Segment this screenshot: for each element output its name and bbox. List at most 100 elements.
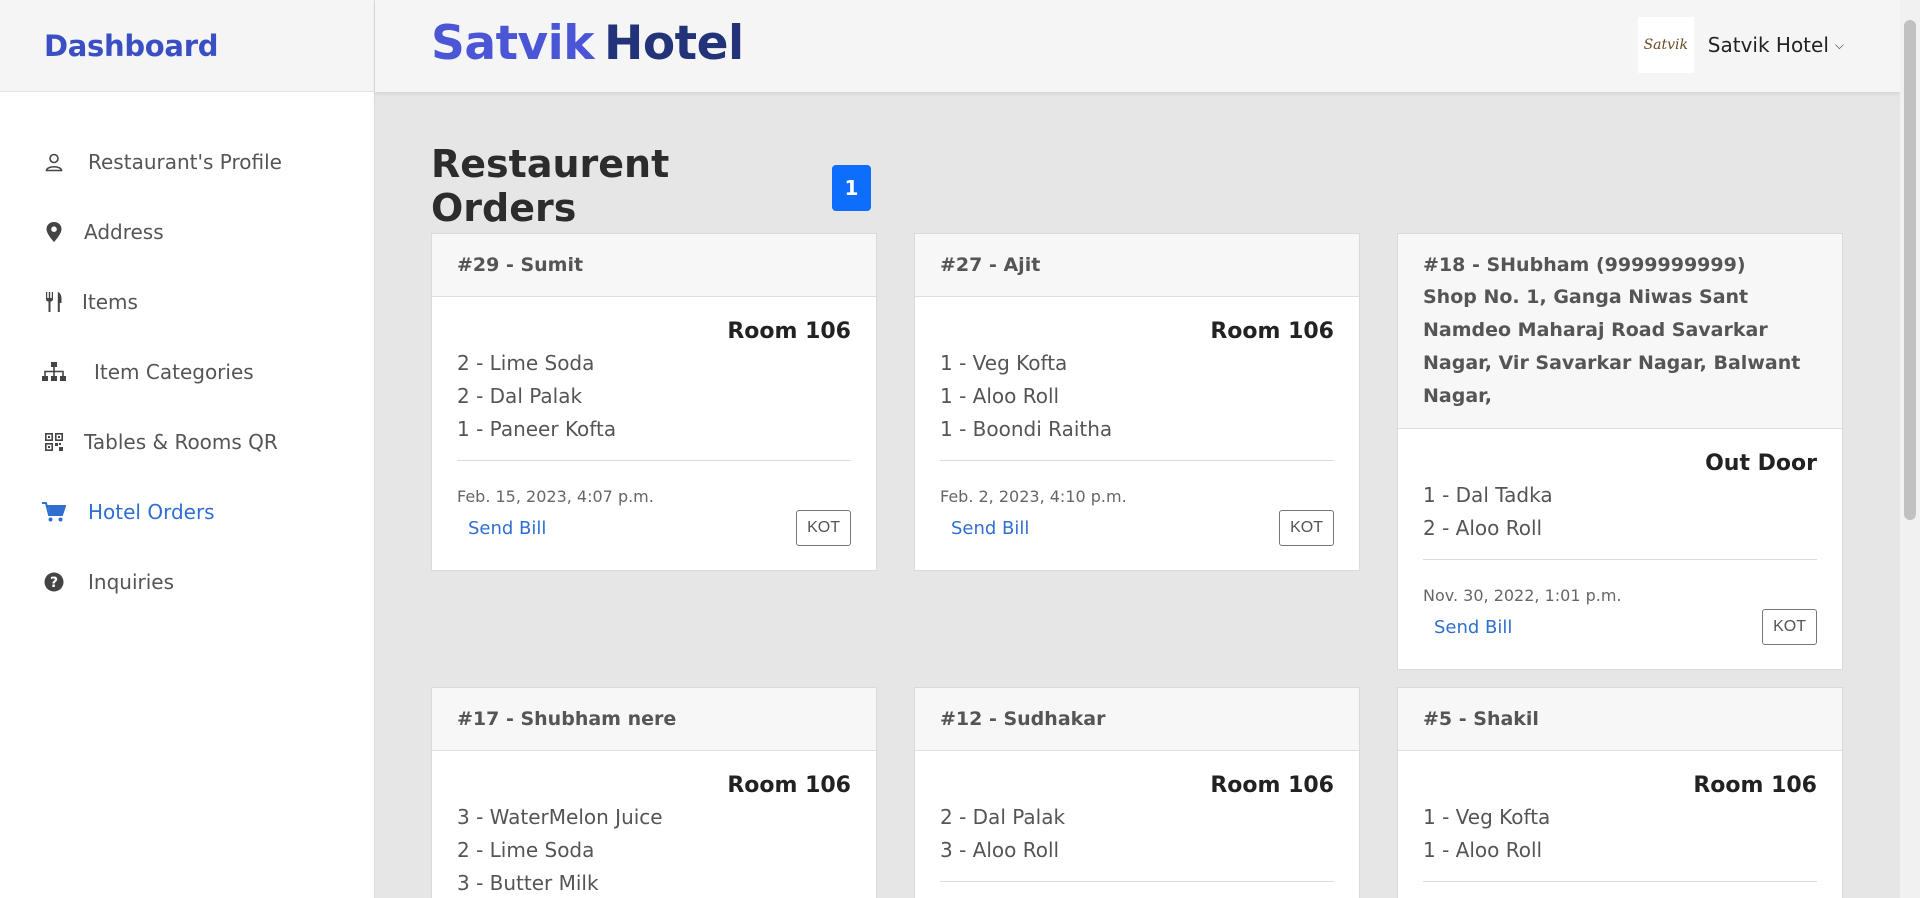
order-item: 2 - Dal Palak — [940, 805, 1066, 829]
order-count-badge[interactable]: 1 — [832, 165, 871, 211]
order-location: Room 106 — [727, 773, 851, 798]
order-location: Out Door — [1705, 451, 1817, 476]
sidebar-item-label: Tables & Rooms QR — [84, 430, 278, 454]
order-location: Room 106 — [727, 319, 851, 344]
divider — [457, 460, 851, 461]
order-items: 1 - Veg Kofta 1 - Aloo Roll 1 - Boondi R… — [940, 347, 1334, 446]
sidebar-item-label: Hotel Orders — [88, 500, 215, 524]
order-items: 3 - WaterMelon Juice 2 - Lime Soda 3 - B… — [457, 801, 851, 898]
sidebar-item-label: Items — [82, 290, 138, 314]
kot-button[interactable]: KOT — [1279, 510, 1334, 546]
order-card-footer: Send Bill KOT — [457, 510, 851, 546]
user-name[interactable]: Satvik Hotel — [1708, 33, 1829, 57]
map-pin-icon — [42, 220, 66, 244]
chevron-down-icon[interactable]: ⌵ — [1835, 38, 1844, 53]
order-item: 1 - Aloo Roll — [1423, 838, 1543, 862]
sidebar-item-items[interactable]: Items — [0, 267, 374, 337]
order-card-footer: Send Bill KOT — [1423, 609, 1817, 645]
order-date: Feb. 2, 2023, 4:10 p.m. — [940, 487, 1127, 506]
order-card-body: Room 106 2 - Lime Soda 2 - Dal Palak 1 -… — [432, 297, 876, 570]
kot-button[interactable]: KOT — [1762, 609, 1817, 645]
order-title: #5 - Shakil — [1423, 708, 1539, 730]
user-menu-dropdown[interactable]: Satvik Satvik Hotel ⌵ — [1637, 17, 1844, 73]
order-title: #29 - Sumit — [457, 254, 584, 276]
sidebar-item-label: Address — [84, 220, 164, 244]
order-location: Room 106 — [1693, 773, 1817, 798]
send-bill-link[interactable]: Send Bill — [940, 518, 1029, 539]
order-card-header: #27 - Ajit — [915, 234, 1359, 297]
user-icon — [42, 150, 66, 174]
order-items: 1 - Veg Kofta 1 - Aloo Roll — [1423, 801, 1817, 867]
order-card-body: Room 106 3 - WaterMelon Juice 2 - Lime S… — [432, 751, 876, 898]
order-card-body: Out Door 1 - Dal Tadka 2 - Aloo Roll Nov… — [1398, 429, 1842, 669]
order-card: #12 - Sudhakar Room 106 2 - Dal Palak 3 … — [914, 687, 1360, 898]
order-item: 2 - Aloo Roll — [1423, 516, 1543, 540]
order-card-header: #29 - Sumit — [432, 234, 876, 297]
sidebar-item-restaurant-profile[interactable]: Restaurant's Profile — [0, 127, 374, 197]
hotel-title-part2: Hotel — [604, 16, 744, 71]
order-location: Room 106 — [1210, 319, 1334, 344]
order-items: 1 - Dal Tadka 2 - Aloo Roll — [1423, 479, 1817, 545]
order-items: 2 - Lime Soda 2 - Dal Palak 1 - Paneer K… — [457, 347, 851, 446]
top-header: Satvik Hotel Satvik Satvik Hotel ⌵ — [375, 0, 1900, 92]
send-bill-link[interactable]: Send Bill — [1423, 617, 1512, 638]
order-card-body: Room 106 2 - Dal Palak 3 - Aloo Roll — [915, 751, 1359, 898]
order-card: #29 - Sumit Room 106 2 - Lime Soda 2 - D… — [431, 233, 877, 571]
sidebar: Dashboard Restaurant's Profile Address I… — [0, 0, 375, 898]
order-title: #12 - Sudhakar — [940, 708, 1106, 730]
sidebar-nav: Restaurant's Profile Address Items Item … — [0, 92, 374, 617]
scrollbar-thumb[interactable] — [1904, 20, 1916, 520]
order-card-header: #12 - Sudhakar — [915, 688, 1359, 751]
order-item: 3 - Butter Milk — [457, 871, 599, 895]
cart-icon — [42, 500, 66, 524]
order-item: 3 - WaterMelon Juice — [457, 805, 663, 829]
order-date: Feb. 15, 2023, 4:07 p.m. — [457, 487, 654, 506]
sidebar-item-inquiries[interactable]: ? Inquiries — [0, 547, 374, 617]
kot-button[interactable]: KOT — [796, 510, 851, 546]
dashboard-link[interactable]: Dashboard — [44, 29, 218, 63]
sidebar-item-label: Inquiries — [88, 570, 175, 594]
divider — [940, 881, 1334, 882]
order-card: #27 - Ajit Room 106 1 - Veg Kofta 1 - Al… — [914, 233, 1360, 571]
divider — [1423, 559, 1817, 560]
send-bill-link[interactable]: Send Bill — [457, 518, 546, 539]
order-card: #18 - SHubham (9999999999) Shop No. 1, G… — [1397, 233, 1843, 670]
order-address: Shop No. 1, Ganga Niwas Sant Namdeo Maha… — [1423, 286, 1801, 407]
order-card: #17 - Shubham nere Room 106 3 - WaterMel… — [431, 687, 877, 898]
order-card-body: Room 106 1 - Veg Kofta 1 - Aloo Roll — [1398, 751, 1842, 898]
order-title: #17 - Shubham nere — [457, 708, 677, 730]
order-title: #27 - Ajit — [940, 254, 1041, 276]
order-date: Nov. 30, 2022, 1:01 p.m. — [1423, 586, 1622, 605]
sidebar-item-item-categories[interactable]: Item Categories — [0, 337, 374, 407]
avatar[interactable]: Satvik — [1637, 17, 1694, 73]
order-item: 1 - Dal Tadka — [1423, 483, 1553, 507]
sidebar-brand[interactable]: Dashboard — [0, 0, 374, 92]
scrollbar[interactable] — [1900, 0, 1920, 898]
order-item: 2 - Dal Palak — [457, 384, 583, 408]
hotel-title-part1: Satvik — [431, 16, 595, 71]
sidebar-item-tables-rooms-qr[interactable]: Tables & Rooms QR — [0, 407, 374, 477]
avatar-logo-text: Satvik — [1643, 37, 1688, 53]
fork-knife-icon — [42, 290, 66, 314]
order-items: 2 - Dal Palak 3 - Aloo Roll — [940, 801, 1334, 867]
divider — [1423, 881, 1817, 882]
svg-text:?: ? — [50, 575, 58, 591]
order-title: #18 - SHubham (9999999999) — [1423, 254, 1746, 276]
hotel-title: Satvik Hotel — [431, 16, 744, 71]
order-item: 2 - Lime Soda — [457, 351, 595, 375]
order-card-header: #5 - Shakil — [1398, 688, 1842, 751]
order-item: 1 - Veg Kofta — [940, 351, 1068, 375]
divider — [940, 460, 1334, 461]
order-item: 3 - Aloo Roll — [940, 838, 1060, 862]
order-card-header: #17 - Shubham nere — [432, 688, 876, 751]
sidebar-item-hotel-orders[interactable]: Hotel Orders — [0, 477, 374, 547]
question-circle-icon: ? — [42, 570, 66, 594]
sidebar-item-address[interactable]: Address — [0, 197, 374, 267]
sidebar-item-label: Item Categories — [94, 360, 254, 384]
order-item: 1 - Paneer Kofta — [457, 417, 617, 441]
order-location: Room 106 — [1210, 773, 1334, 798]
order-item: 1 - Aloo Roll — [940, 384, 1060, 408]
qr-code-icon — [42, 430, 66, 454]
order-card-footer: Send Bill KOT — [940, 510, 1334, 546]
sidebar-item-label: Restaurant's Profile — [88, 150, 282, 174]
